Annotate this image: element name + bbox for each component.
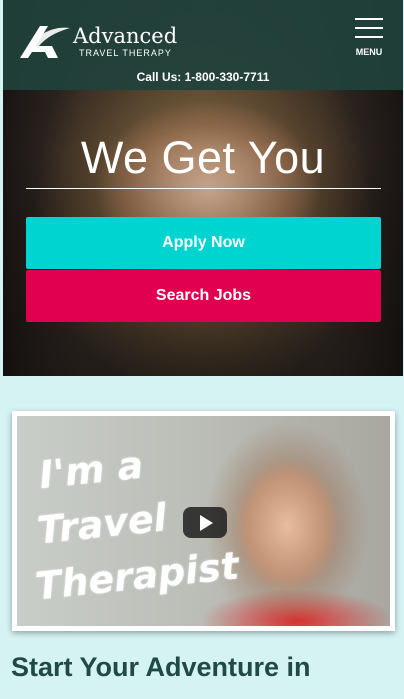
video-overlay-line1: I'm a (36, 442, 146, 498)
hero-title: We Get You (80, 132, 326, 183)
hero-section: Advanced TRAVEL THERAPY MENU Call Us: 1-… (3, 0, 403, 376)
play-button[interactable] (183, 507, 227, 538)
section-heading: Start Your Adventure in (11, 652, 311, 682)
content-section: I'm a Travel Therapist Start Your Advent… (3, 376, 403, 699)
hamburger-icon (355, 18, 383, 20)
video-overlay-line3: Therapist (33, 543, 241, 609)
page: Advanced TRAVEL THERAPY MENU Call Us: 1-… (3, 0, 403, 699)
search-jobs-button[interactable]: Search Jobs (26, 270, 381, 322)
site-header: Advanced TRAVEL THERAPY MENU Call Us: 1-… (3, 0, 403, 90)
play-icon (200, 515, 213, 531)
menu-button[interactable]: MENU (351, 16, 387, 60)
apply-now-button[interactable]: Apply Now (26, 217, 381, 269)
call-us-link[interactable]: Call Us: 1-800-330-7711 (3, 70, 403, 84)
logo-tagline: TRAVEL THERAPY (79, 48, 172, 58)
hero-divider (26, 188, 381, 189)
logo-icon (20, 26, 70, 58)
video-overlay-line2: Travel (35, 495, 169, 553)
video-card[interactable]: I'm a Travel Therapist (12, 411, 395, 631)
menu-label: MENU (355, 47, 383, 57)
logo-name: Advanced (73, 24, 178, 48)
video-thumbnail[interactable]: I'm a Travel Therapist (17, 416, 390, 626)
